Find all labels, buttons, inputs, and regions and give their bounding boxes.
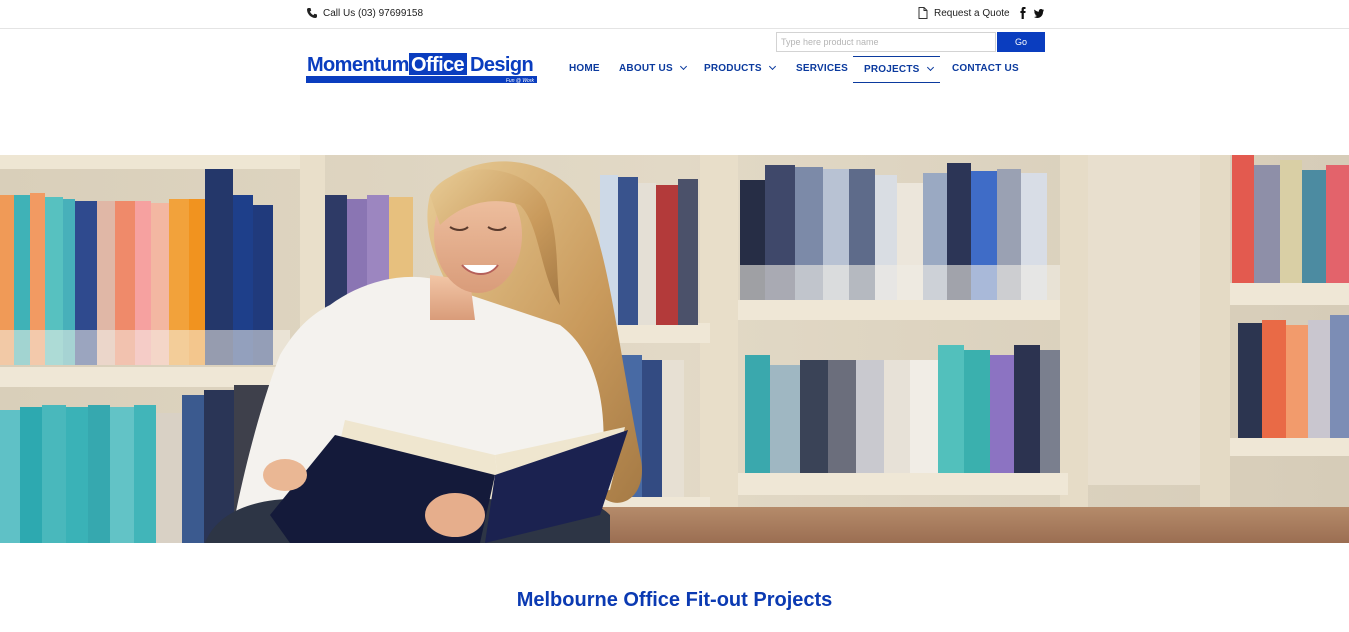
nav-item-contact-us[interactable]: CONTACT US [952,56,1019,83]
nav-label-services: SERVICES [796,63,848,74]
logo-word-momentum: Momentum [307,54,409,76]
twitter-icon[interactable] [1034,6,1044,18]
search-go-button[interactable]: Go [997,32,1045,52]
call-us-link[interactable]: Call Us (03) 97699158 [306,7,423,19]
logo-tagline: Fun @ Work [506,78,535,84]
chevron-down-icon [926,63,934,72]
nav-label-products: PRODUCTS [704,63,762,74]
chevron-down-icon [768,62,776,71]
chevron-down-icon [679,62,687,71]
social-links [1018,6,1044,19]
site-logo[interactable]: Momentum Office Design Fun @ Work [306,52,537,84]
nav-item-products[interactable]: PRODUCTS [704,56,776,83]
facebook-icon[interactable] [1018,6,1028,19]
product-search-input[interactable] [776,32,996,52]
nav-item-projects[interactable]: PROJECTS [853,56,940,83]
nav-item-home[interactable]: HOME [569,56,600,83]
nav-item-about-us[interactable]: ABOUT US [619,56,687,83]
page-title: Melbourne Office Fit-out Projects [516,589,833,611]
logo-word-design: Design [470,54,533,76]
phone-icon [307,8,317,18]
request-quote-link[interactable]: Request a Quote [918,7,1010,19]
nav-label-home: HOME [569,63,600,74]
nav-label-projects: PROJECTS [864,64,920,75]
call-us-text: Call Us (03) 97699158 [323,7,424,19]
document-icon [918,7,928,19]
nav-label-about-us: ABOUT US [619,63,673,74]
nav-label-contact-us: CONTACT US [952,63,1019,74]
top-bar: Call Us (03) 97699158 Request a Quote [0,0,1349,29]
request-quote-text: Request a Quote [934,7,1010,19]
hero-banner-image [0,155,1349,543]
logo-word-office: Office [411,54,465,76]
nav-item-services[interactable]: SERVICES [796,56,848,83]
